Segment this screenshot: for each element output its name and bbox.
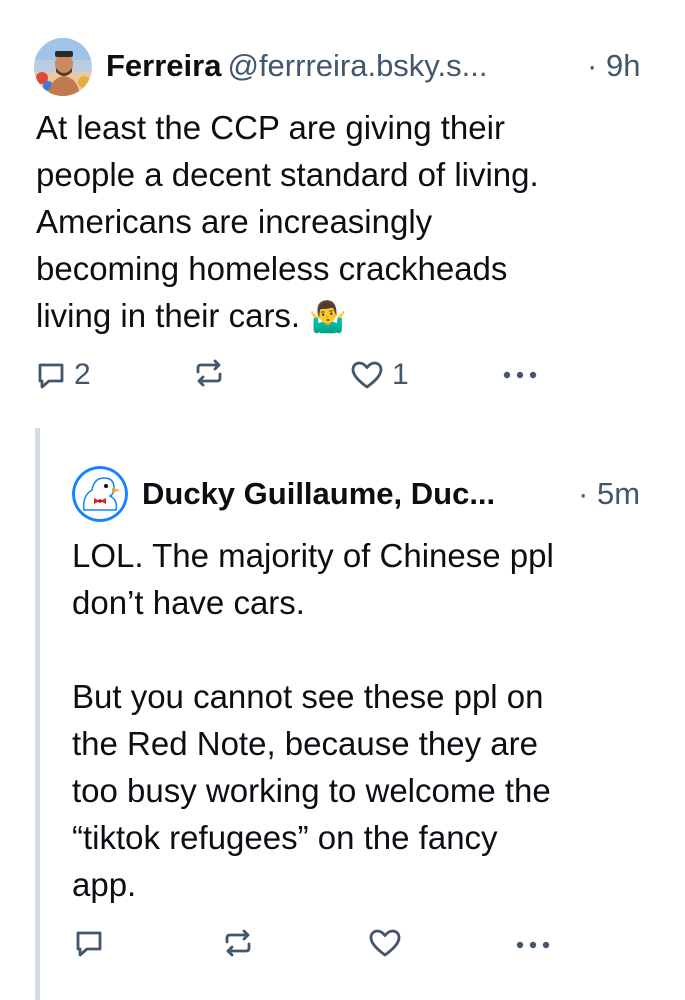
avatar[interactable] [72, 466, 128, 522]
post-text: At least the CCP are giving their people… [36, 104, 646, 341]
reply-count: 2 [74, 358, 91, 391]
like-icon [369, 929, 401, 957]
avatar-photo-icon [34, 38, 92, 96]
post-time[interactable]: · 9h [587, 46, 640, 86]
separator-dot: · [578, 476, 589, 511]
author-name[interactable]: Ducky Guillaume, Duc... [142, 476, 495, 511]
reply-button[interactable]: 2 [36, 358, 91, 392]
repost-icon [225, 929, 251, 957]
post-ducky[interactable]: Ducky Guillaume, Duc... · 5m LOL. The ma… [0, 420, 685, 1000]
post-header: Ducky Guillaume, Duc... [142, 474, 495, 514]
repost-button[interactable] [193, 358, 233, 388]
post-actions: 2 1 [0, 350, 685, 400]
like-count: 1 [392, 358, 409, 391]
author-handle[interactable]: @ferrreira.bsky.s... [227, 48, 487, 83]
reply-button[interactable] [74, 928, 112, 958]
reply-icon [76, 931, 102, 957]
repost-icon [196, 359, 222, 387]
more-icon [503, 371, 537, 379]
timestamp[interactable]: 9h [606, 48, 640, 83]
like-button[interactable] [368, 928, 410, 958]
duck-avatar-icon [72, 466, 128, 522]
avatar[interactable] [34, 38, 92, 96]
reply-icon [38, 363, 64, 389]
repost-button[interactable] [222, 928, 262, 958]
more-icon [516, 941, 550, 949]
post-actions [0, 920, 685, 970]
post-text: LOL. The majority of Chinese ppl don’t h… [72, 537, 554, 903]
more-button[interactable] [497, 358, 543, 388]
post-header: Ferreira @ferrreira.bsky.s... [106, 46, 487, 86]
like-button[interactable]: 1 [350, 358, 409, 392]
author-name[interactable]: Ferreira [106, 48, 221, 83]
post-time[interactable]: · 5m [578, 474, 640, 514]
post-ferreira[interactable]: Ferreira @ferrreira.bsky.s... · 9h At lea… [0, 0, 685, 420]
timestamp[interactable]: 5m [597, 476, 640, 511]
separator-dot: · [587, 48, 598, 83]
shrug-emoji: 🤷‍♂️ [309, 301, 347, 334]
post-text-content: At least the CCP are giving their people… [36, 109, 539, 334]
like-icon [351, 361, 383, 389]
more-button[interactable] [510, 928, 556, 958]
